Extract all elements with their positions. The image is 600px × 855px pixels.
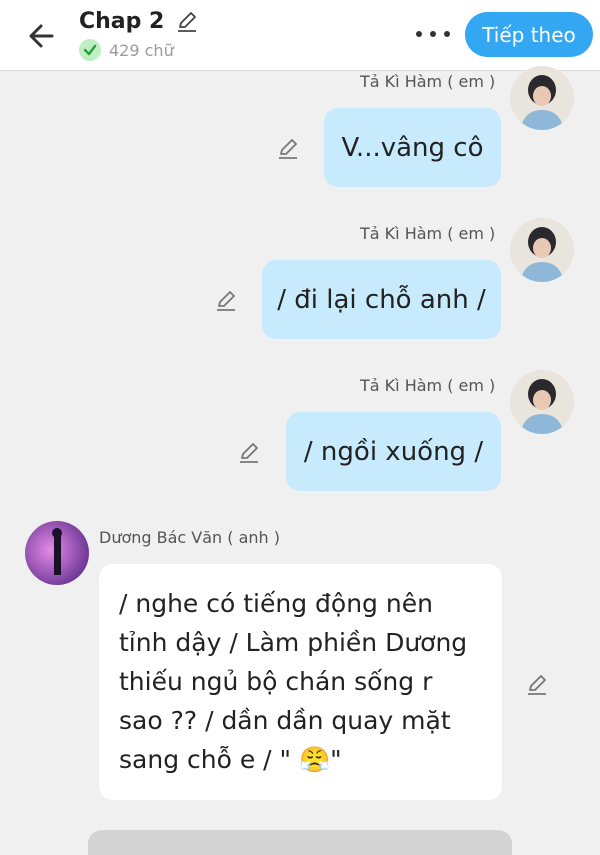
word-count: 429 chữ bbox=[109, 40, 174, 60]
pencil-icon[interactable] bbox=[236, 439, 262, 465]
word-count-row: 429 chữ bbox=[79, 39, 174, 61]
message-bubble: / ngồi xuống / bbox=[286, 412, 501, 491]
more-dots-icon[interactable] bbox=[413, 24, 453, 44]
check-icon bbox=[79, 39, 101, 61]
title-row: Chap 2 bbox=[79, 8, 200, 34]
add-block-bar[interactable] bbox=[88, 830, 512, 855]
message-sender: Tả Kì Hàm ( em ) bbox=[360, 72, 496, 91]
message-bubble: / đi lại chỗ anh / bbox=[262, 260, 501, 339]
message-bubble: / nghe có tiếng động nên tỉnh dậy / Làm … bbox=[99, 564, 502, 800]
avatar[interactable] bbox=[510, 218, 574, 282]
pencil-icon[interactable] bbox=[275, 135, 301, 161]
next-button[interactable]: Tiếp theo bbox=[465, 12, 593, 57]
pencil-icon[interactable] bbox=[524, 671, 550, 697]
top-bar: Chap 2 429 chữ Tiếp theo bbox=[0, 0, 600, 71]
back-arrow-icon[interactable] bbox=[22, 16, 62, 56]
pencil-icon[interactable] bbox=[174, 8, 200, 34]
message-sender: Tả Kì Hàm ( em ) bbox=[360, 376, 496, 395]
message-bubble: V...vâng cô bbox=[324, 108, 501, 187]
avatar[interactable] bbox=[510, 370, 574, 434]
message-sender: Dương Bác Văn ( anh ) bbox=[99, 528, 281, 547]
chapter-title[interactable]: Chap 2 bbox=[79, 9, 164, 34]
message-sender: Tả Kì Hàm ( em ) bbox=[360, 224, 496, 243]
avatar[interactable] bbox=[25, 521, 89, 585]
pencil-icon[interactable] bbox=[213, 287, 239, 313]
avatar[interactable] bbox=[510, 66, 574, 130]
